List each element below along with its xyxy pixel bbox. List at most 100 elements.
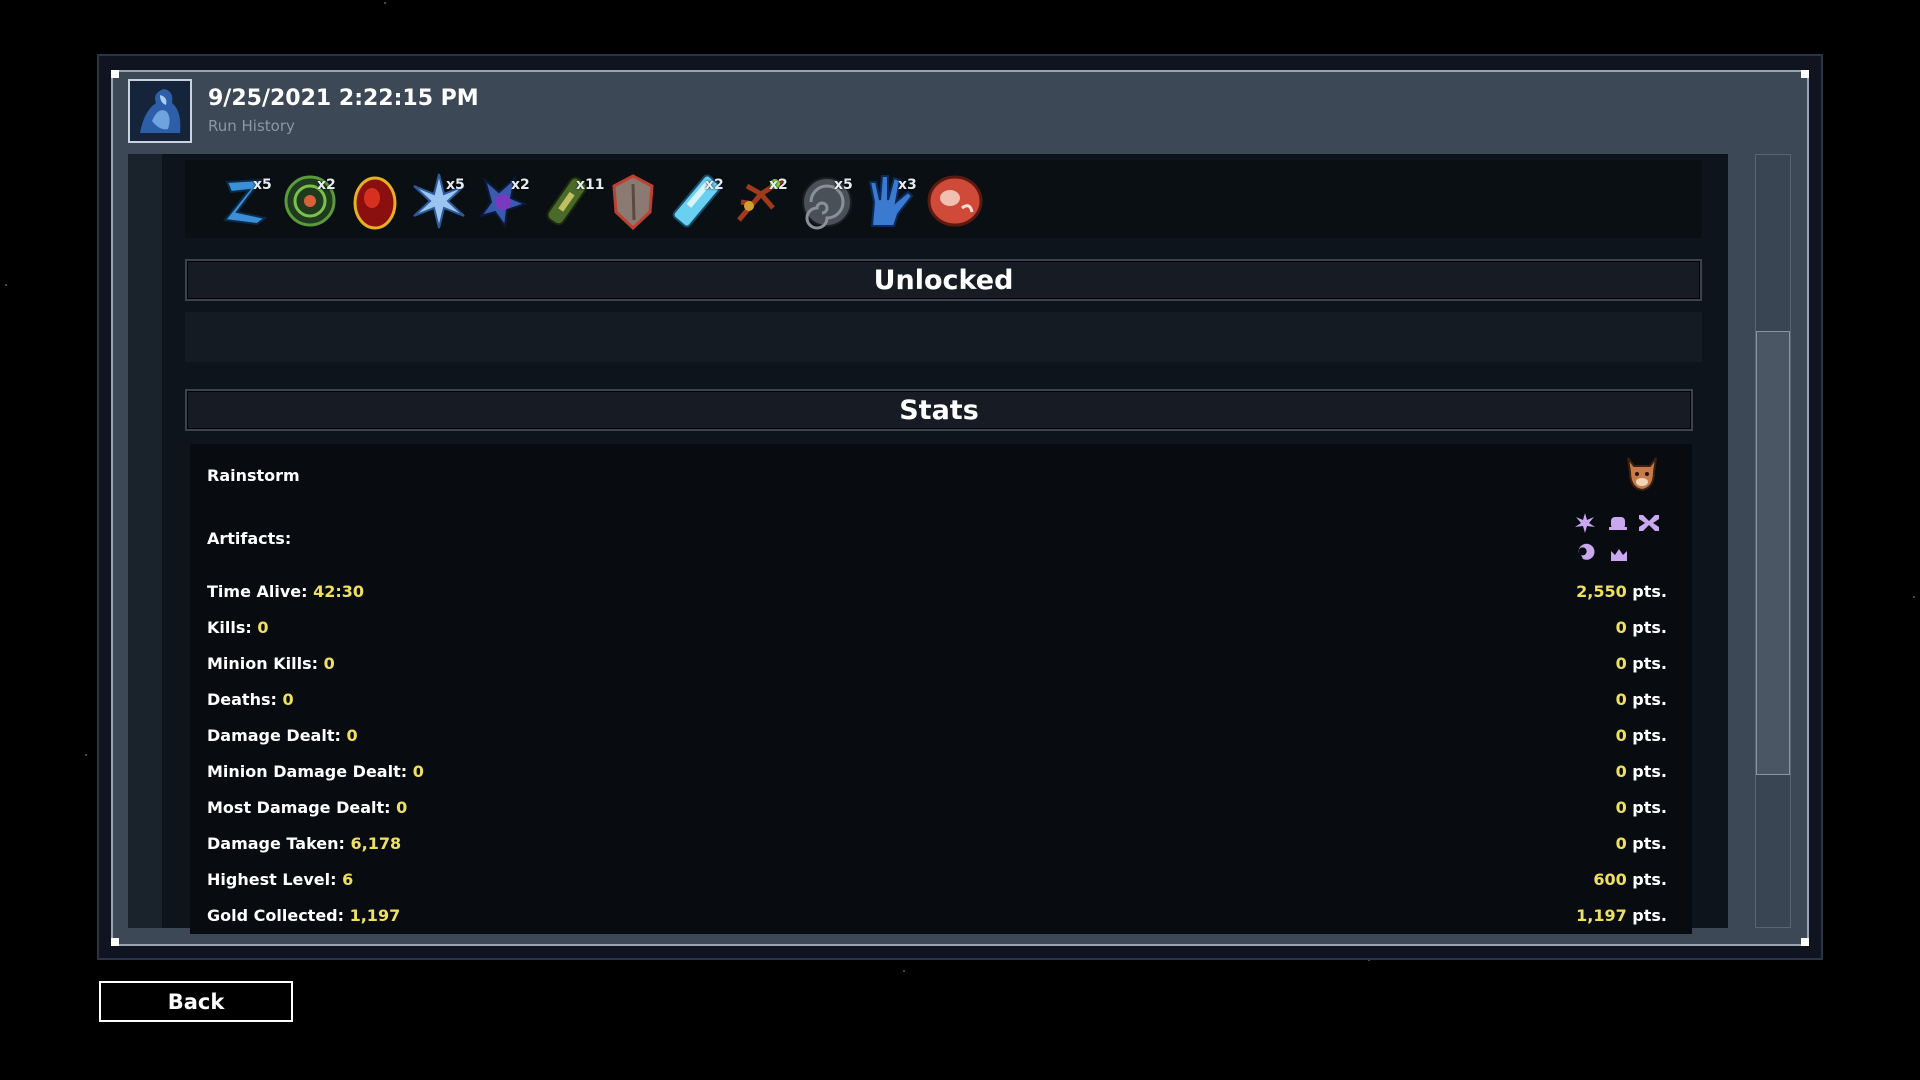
points-value: 0: [1615, 618, 1627, 637]
stat-name: Highest Level:: [207, 870, 343, 889]
item-count: x5: [253, 177, 272, 193]
stat-name: Minion Kills:: [207, 654, 324, 673]
panel-corner: [111, 938, 119, 946]
stat-value: 0: [323, 654, 335, 673]
stat-name: Gold Collected:: [207, 906, 350, 925]
star: [85, 754, 87, 756]
item-count: x5: [446, 177, 465, 193]
artifacts-label: Artifacts:: [207, 529, 292, 548]
burst-artifact-icon: [1575, 513, 1595, 533]
scrollbar-thumb[interactable]: [1756, 331, 1790, 775]
stat-name: Minion Damage Dealt:: [207, 762, 413, 781]
item-count: x3: [898, 177, 917, 193]
rainstorm-portrait-icon: [130, 81, 190, 141]
points-suffix: pts.: [1626, 690, 1667, 709]
stat-points: 1,197 pts.: [1576, 906, 1667, 925]
stat-points: 600 pts.: [1593, 870, 1667, 889]
stat-value: 0: [282, 690, 294, 709]
artifacts-icons: [1573, 511, 1669, 571]
section-header-unlocked: Unlocked: [185, 259, 1702, 301]
points-suffix: pts.: [1626, 870, 1667, 889]
stone-shield-icon: [612, 174, 654, 231]
stat-value: 0: [346, 726, 358, 745]
stat-name: Deaths:: [207, 690, 283, 709]
red-egg-icon: [353, 176, 397, 230]
points-suffix: pts.: [1626, 582, 1667, 601]
points-value: 600: [1593, 870, 1627, 889]
stat-row-label: Minion Damage Dealt: 0: [207, 762, 424, 781]
item-count: x5: [834, 177, 853, 193]
points-value: 2,550: [1576, 582, 1627, 601]
stat-row-label: Gold Collected: 1,197: [207, 906, 400, 925]
star: [384, 2, 386, 4]
stat-value: 6: [342, 870, 354, 889]
points-value: 0: [1615, 762, 1627, 781]
stat-value: 42:30: [313, 582, 365, 601]
stat-value: 0: [257, 618, 269, 637]
stat-row-label: Time Alive: 42:30: [207, 582, 364, 601]
points-suffix: pts.: [1626, 618, 1667, 637]
page-subtitle: Run History: [208, 117, 295, 135]
section-header-stats: Stats: [185, 389, 1693, 431]
stat-row-label: Most Damage Dealt: 0: [207, 798, 407, 817]
stat-row-label: Damage Taken: 6,178: [207, 834, 401, 853]
panel-corner: [1801, 70, 1809, 78]
item-slot[interactable]: [926, 172, 984, 230]
points-value: 0: [1615, 726, 1627, 745]
stat-row-label: Damage Dealt: 0: [207, 726, 358, 745]
stat-points: 0 pts.: [1616, 798, 1667, 817]
star: [1913, 596, 1915, 598]
points-suffix: pts.: [1626, 906, 1667, 925]
meat-steak-icon: [927, 175, 983, 227]
star: [5, 284, 7, 286]
points-value: 0: [1615, 654, 1627, 673]
points-value: 0: [1615, 834, 1627, 853]
stat-row-label: Deaths: 0: [207, 690, 294, 709]
points-suffix: pts.: [1626, 654, 1667, 673]
crown-artifact-icon: [1611, 549, 1627, 561]
star: [903, 970, 905, 972]
cross-artifact-icon: [1639, 515, 1659, 531]
character-class-icon: [1624, 454, 1660, 494]
points-value: 0: [1615, 690, 1627, 709]
panel-corner: [1801, 938, 1809, 946]
stat-name: Time Alive:: [207, 582, 314, 601]
stat-points: 0 pts.: [1616, 690, 1667, 709]
points-suffix: pts.: [1626, 834, 1667, 853]
page-title: 9/25/2021 2:22:15 PM: [208, 86, 479, 111]
stat-row-label: Kills: 0: [207, 618, 268, 637]
stat-name: Damage Taken:: [207, 834, 351, 853]
item-count: x2: [317, 177, 336, 193]
stat-value: 0: [412, 762, 424, 781]
stat-value: 6,178: [350, 834, 402, 853]
item-count: x2: [705, 177, 724, 193]
item-count: x2: [769, 177, 788, 193]
stat-name: Most Damage Dealt:: [207, 798, 397, 817]
stat-points: 0 pts.: [1616, 834, 1667, 853]
panel-corner: [111, 70, 119, 78]
points-suffix: pts.: [1626, 762, 1667, 781]
stat-value: 1,197: [349, 906, 401, 925]
item-slot[interactable]: [604, 172, 662, 231]
stat-points: 0 pts.: [1616, 654, 1667, 673]
points-value: 0: [1615, 798, 1627, 817]
stat-name: Damage Dealt:: [207, 726, 347, 745]
points-suffix: pts.: [1626, 726, 1667, 745]
character-portrait: [128, 79, 192, 143]
points-value: 1,197: [1576, 906, 1627, 925]
back-button[interactable]: Back: [99, 981, 293, 1022]
stat-points: 0 pts.: [1616, 618, 1667, 637]
gate-artifact-icon: [1609, 517, 1627, 530]
unlocked-list: [185, 312, 1702, 362]
character-name: Rainstorm: [207, 466, 300, 485]
cycle-artifact-icon: [1578, 543, 1595, 560]
stat-points: 2,550 pts.: [1576, 582, 1667, 601]
stat-name: Kills:: [207, 618, 258, 637]
points-suffix: pts.: [1626, 798, 1667, 817]
stats-panel: [190, 444, 1692, 934]
stat-row-label: Minion Kills: 0: [207, 654, 335, 673]
item-slot[interactable]: [346, 172, 404, 230]
item-count: x2: [511, 177, 530, 193]
stat-points: 0 pts.: [1616, 762, 1667, 781]
item-count: x11: [576, 177, 605, 193]
